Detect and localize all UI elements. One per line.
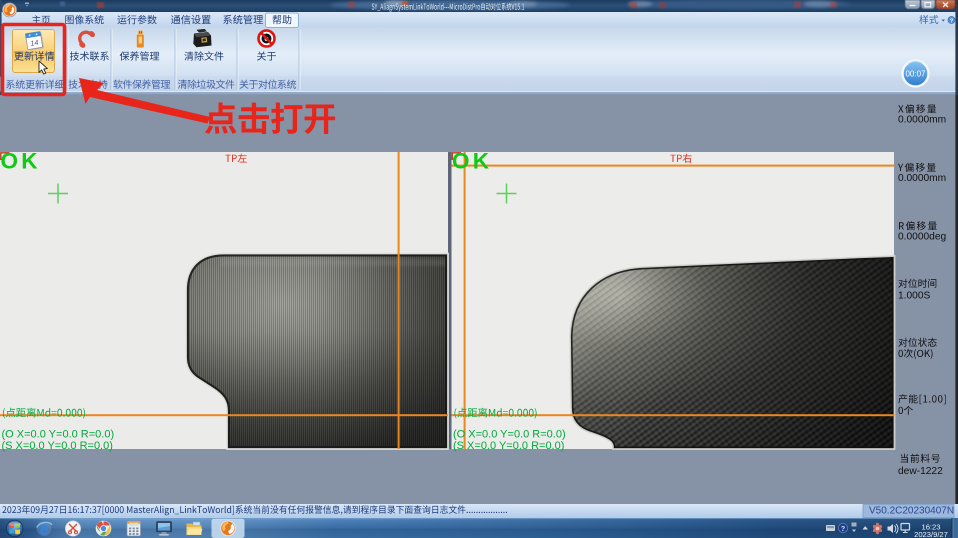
svg-text:dew-1222: dew-1222 [898,466,943,477]
svg-text:00:07: 00:07 [905,70,926,79]
svg-text:(O X=0.0 Y=0.0 R=0.0): (O X=0.0 Y=0.0 R=0.0) [453,429,566,441]
svg-text:0.0000mm: 0.0000mm [898,115,946,126]
svg-text:0.0000mm: 0.0000mm [898,173,946,184]
svg-text:(S X=0.0 Y=0.0 R=0.0): (S X=0.0 Y=0.0 R=0.0) [453,440,564,452]
svg-text:?: ? [841,526,845,533]
svg-text:0.0000deg: 0.0000deg [898,231,946,242]
svg-text:14: 14 [30,40,39,48]
svg-text:(S X=0.0 Y=0.0 R=0.0): (S X=0.0 Y=0.0 R=0.0) [2,440,113,452]
svg-text:OK: OK [1,149,41,174]
svg-text:?: ? [950,19,954,25]
svg-text:2023/9/27: 2023/9/27 [914,530,948,538]
svg-text:V50.2C20230407N: V50.2C20230407N [869,505,954,516]
svg-text:(O X=0.0 Y=0.0 R=0.0): (O X=0.0 Y=0.0 R=0.0) [2,429,115,441]
svg-text:OK: OK [452,149,492,174]
svg-text:1.000S: 1.000S [898,290,930,301]
